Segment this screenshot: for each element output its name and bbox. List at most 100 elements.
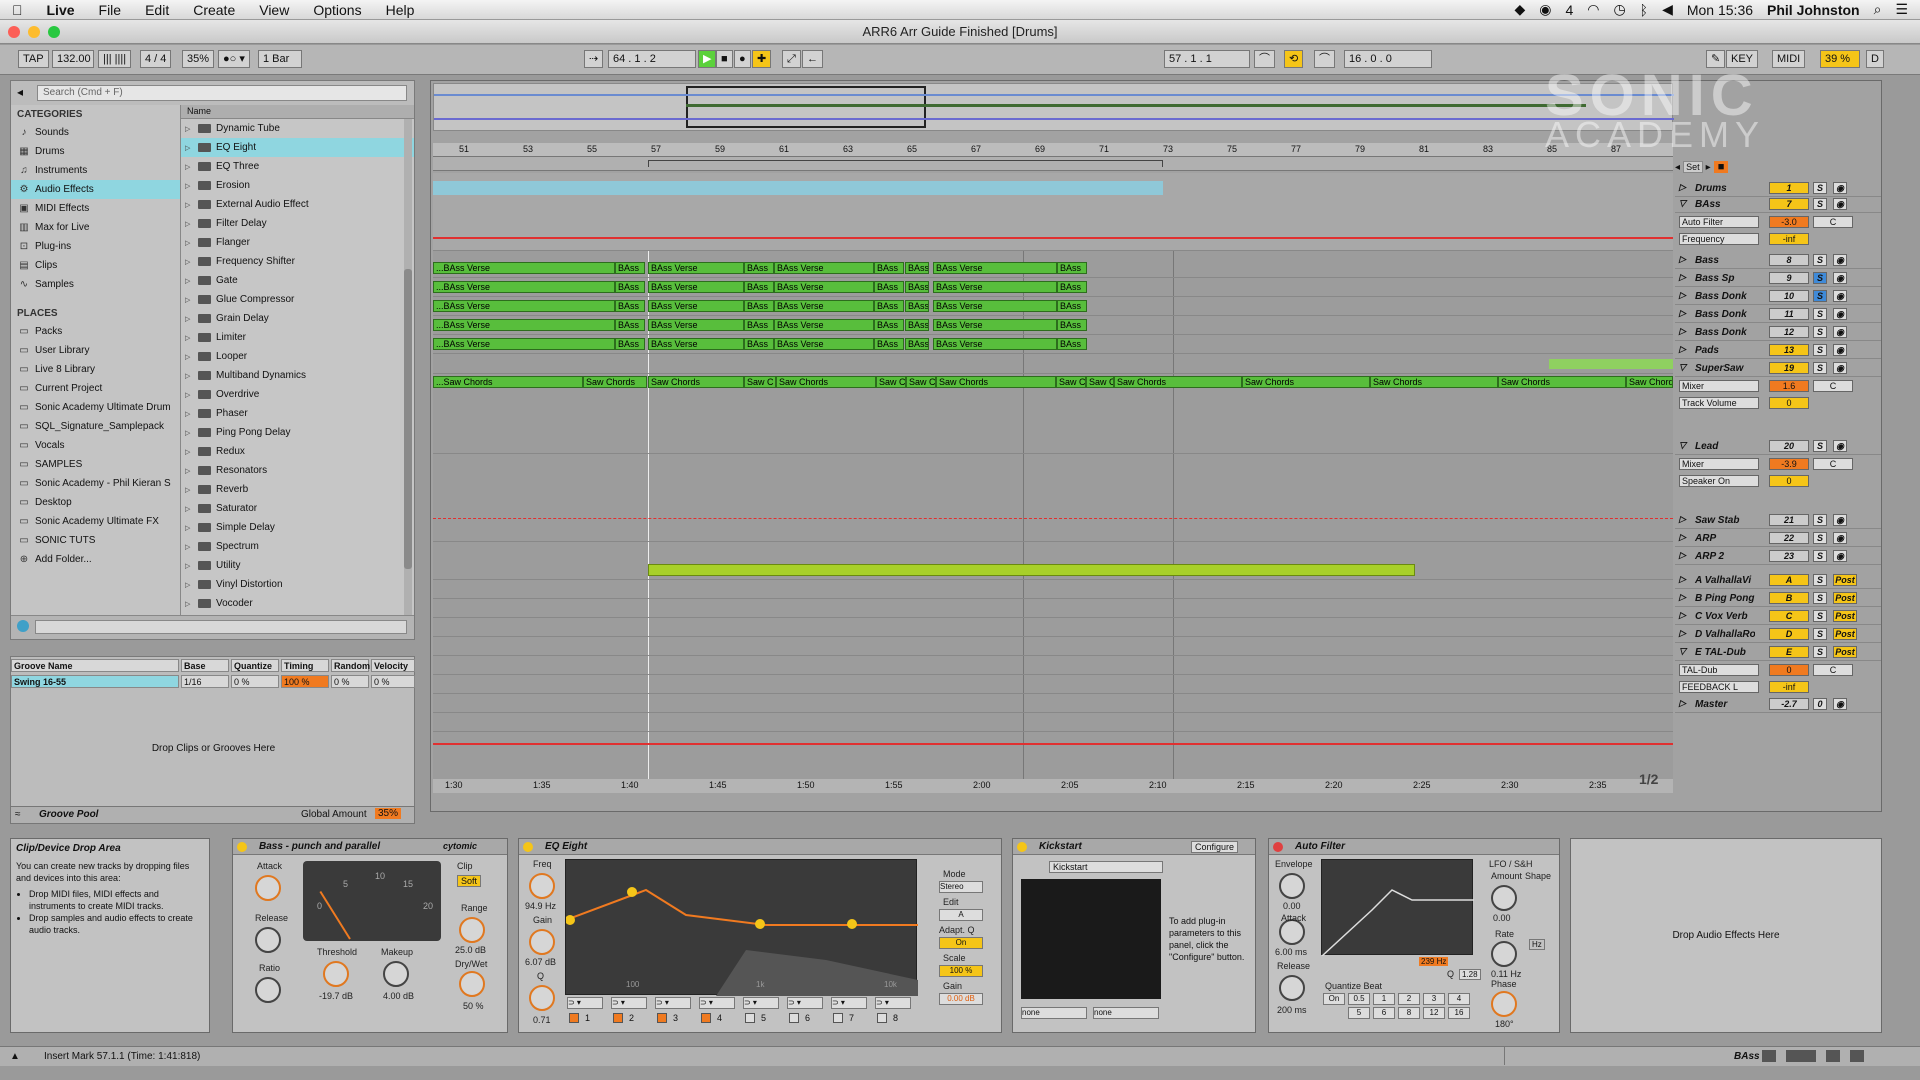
track-activator[interactable]: 1 bbox=[1769, 182, 1809, 194]
tempo-field[interactable]: 132.00 bbox=[52, 50, 94, 68]
midi-clip[interactable]: Saw C bbox=[1056, 376, 1086, 388]
arrangement-overview[interactable] bbox=[433, 83, 1674, 131]
menu-create[interactable]: Create bbox=[181, 2, 247, 18]
browser-item[interactable]: ▷ Simple Delay bbox=[181, 518, 414, 537]
audio-clip[interactable]: ...BAss Verse bbox=[433, 300, 615, 312]
browser-item[interactable]: ▷ Vinyl Distortion bbox=[181, 575, 414, 594]
browser-scroll-thumb[interactable] bbox=[404, 269, 412, 569]
arm-button[interactable]: ◉ bbox=[1833, 290, 1847, 302]
track-lane[interactable] bbox=[433, 637, 1673, 656]
lead-lane[interactable] bbox=[433, 454, 1673, 542]
midi-clip[interactable]: Saw C bbox=[1086, 376, 1114, 388]
eq-band[interactable]: ⊃ ▾ 8 bbox=[873, 997, 913, 1027]
category-samples[interactable]: ∿ Samples bbox=[11, 275, 180, 294]
audio-clip[interactable]: BAss Verse bbox=[774, 281, 874, 293]
category-max-for-live[interactable]: ▥ Max for Live bbox=[11, 218, 180, 237]
automation-param-select[interactable]: Mixer bbox=[1679, 458, 1759, 470]
automation-param-select[interactable]: Speaker On bbox=[1679, 475, 1759, 487]
supersaw-lane[interactable]: ...Saw Chords Saw Chords Saw Chords Saw C Sa… bbox=[433, 374, 1673, 454]
track-activator[interactable]: 22 bbox=[1769, 532, 1809, 544]
fold-icon[interactable]: ▷ bbox=[1679, 254, 1686, 265]
midi-map-button[interactable]: MIDI bbox=[1772, 50, 1806, 68]
arp-clip[interactable] bbox=[648, 564, 1415, 576]
arp-lane[interactable] bbox=[433, 561, 1673, 580]
eq-band[interactable]: ⊃ ▾ 2 bbox=[609, 997, 649, 1027]
track-header[interactable]: ▷ Drums 1 S ◉ bbox=[1675, 181, 1881, 197]
pads-clip[interactable] bbox=[1549, 359, 1673, 369]
soft-clip-button[interactable]: Soft bbox=[457, 875, 482, 887]
metronome-icon[interactable]: ●○ ▾ bbox=[218, 50, 250, 68]
overdub-icon[interactable]: ✚ bbox=[752, 50, 772, 68]
eq-freq-knob[interactable] bbox=[529, 873, 555, 899]
expand-icon[interactable]: ▷ bbox=[185, 277, 193, 285]
eq-band-toggle[interactable] bbox=[613, 1013, 623, 1023]
place-item[interactable]: ▭ Packs bbox=[11, 322, 180, 341]
eq-band-type-select[interactable]: ⊃ ▾ bbox=[831, 997, 867, 1009]
fold-icon[interactable]: ▽ bbox=[1679, 646, 1686, 657]
audio-clip[interactable]: BAss bbox=[874, 338, 904, 350]
expand-icon[interactable]: ▷ bbox=[185, 315, 193, 323]
audio-clip[interactable]: BAss Verse bbox=[933, 281, 1057, 293]
solo-button[interactable]: S bbox=[1813, 290, 1827, 302]
notification-badge[interactable]: 4 bbox=[1565, 2, 1573, 18]
audio-clip[interactable]: ...BAss Verse bbox=[433, 262, 615, 274]
kickstart-power-icon[interactable] bbox=[1017, 842, 1027, 852]
solo-button[interactable]: S bbox=[1813, 344, 1827, 356]
dry-wet-knob[interactable] bbox=[459, 971, 485, 997]
track-header[interactable]: ▷ A ValhallaVi A S Post bbox=[1675, 573, 1881, 589]
beat-ruler[interactable]: 51 53 55 57 59 61 63 65 67 69 71 73 75 77 79 81 83 85 87 bbox=[433, 143, 1673, 157]
audio-clip[interactable]: BAss Verse bbox=[648, 338, 744, 350]
browser-item[interactable]: ▷ Utility bbox=[181, 556, 414, 575]
post-toggle[interactable]: Post bbox=[1833, 592, 1857, 604]
category-sounds[interactable]: ♪ Sounds bbox=[11, 123, 180, 142]
eq-band-type-select[interactable]: ⊃ ▾ bbox=[699, 997, 735, 1009]
expand-icon[interactable]: ▷ bbox=[185, 581, 193, 589]
fold-icon[interactable]: ▷ bbox=[1679, 344, 1686, 355]
solo-button[interactable]: 0 bbox=[1813, 698, 1827, 710]
place-item[interactable]: ▭ User Library bbox=[11, 341, 180, 360]
browser-item[interactable]: ▷ Ping Pong Delay bbox=[181, 423, 414, 442]
arm-button[interactable]: ◉ bbox=[1833, 344, 1847, 356]
fold-icon[interactable]: ▷ bbox=[1679, 628, 1686, 639]
track-activator[interactable]: 11 bbox=[1769, 308, 1809, 320]
audio-clip[interactable]: BAss bbox=[1057, 262, 1087, 274]
post-toggle[interactable]: Post bbox=[1833, 628, 1857, 640]
kickstart-param-1[interactable]: none bbox=[1021, 1007, 1087, 1019]
next-locator-icon[interactable]: ▸ bbox=[1706, 162, 1711, 173]
automation-arm-icon[interactable]: ⤢ bbox=[782, 50, 801, 68]
category-drums[interactable]: ▦ Drums bbox=[11, 142, 180, 161]
close-window-button[interactable] bbox=[8, 26, 20, 38]
midi-clip[interactable]: Saw Chords bbox=[776, 376, 876, 388]
automation-param-select[interactable]: TAL-Dub bbox=[1679, 664, 1759, 676]
browser-item[interactable]: ▷ Dynamic Tube bbox=[181, 119, 414, 138]
automation-param-select[interactable]: FEEDBACK L bbox=[1679, 681, 1759, 693]
solo-button[interactable]: S bbox=[1813, 182, 1827, 194]
midi-clip[interactable]: Saw C bbox=[876, 376, 906, 388]
eq-band[interactable]: ⊃ ▾ 3 bbox=[653, 997, 693, 1027]
notification-center-icon[interactable]: ☰ bbox=[1895, 1, 1908, 18]
audio-clip[interactable]: BAss bbox=[744, 338, 774, 350]
track-lane[interactable] bbox=[433, 656, 1673, 675]
track-header[interactable]: ▷ Pads 13 S ◉ bbox=[1675, 343, 1881, 359]
fold-icon[interactable]: ▽ bbox=[1679, 440, 1686, 451]
bass-lane[interactable]: ...BAss Verse BAss BAss Verse BAss BAss Vers… bbox=[433, 335, 1673, 354]
drums-clip[interactable] bbox=[433, 181, 1163, 195]
arm-button[interactable]: ◉ bbox=[1833, 326, 1847, 338]
audio-clip[interactable]: BAss Verse bbox=[648, 300, 744, 312]
expand-icon[interactable]: ▷ bbox=[185, 258, 193, 266]
audio-clip[interactable]: BAss Verse bbox=[933, 262, 1057, 274]
midi-clip[interactable]: Saw Chords bbox=[1114, 376, 1242, 388]
browser-item[interactable]: ▷ Vocoder bbox=[181, 594, 414, 613]
audio-clip[interactable]: BAss bbox=[615, 338, 645, 350]
quantize-beat-option[interactable]: 8 bbox=[1398, 1007, 1420, 1019]
audio-clip[interactable]: BAss bbox=[615, 319, 645, 331]
track-header[interactable]: ▽ SuperSaw 19 S ◉ bbox=[1675, 361, 1881, 377]
kickstart-plugin-window[interactable] bbox=[1021, 879, 1161, 999]
solo-button[interactable]: S bbox=[1813, 272, 1827, 284]
solo-button[interactable]: S bbox=[1813, 646, 1827, 658]
pan-control[interactable]: C bbox=[1813, 380, 1853, 392]
track-header[interactable]: ▽ Lead 20 S ◉ bbox=[1675, 439, 1881, 455]
place-item[interactable]: ▭ SONIC TUTS bbox=[11, 531, 180, 550]
audio-clip[interactable]: BAss bbox=[905, 319, 929, 331]
midi-clip[interactable]: Saw C bbox=[744, 376, 776, 388]
